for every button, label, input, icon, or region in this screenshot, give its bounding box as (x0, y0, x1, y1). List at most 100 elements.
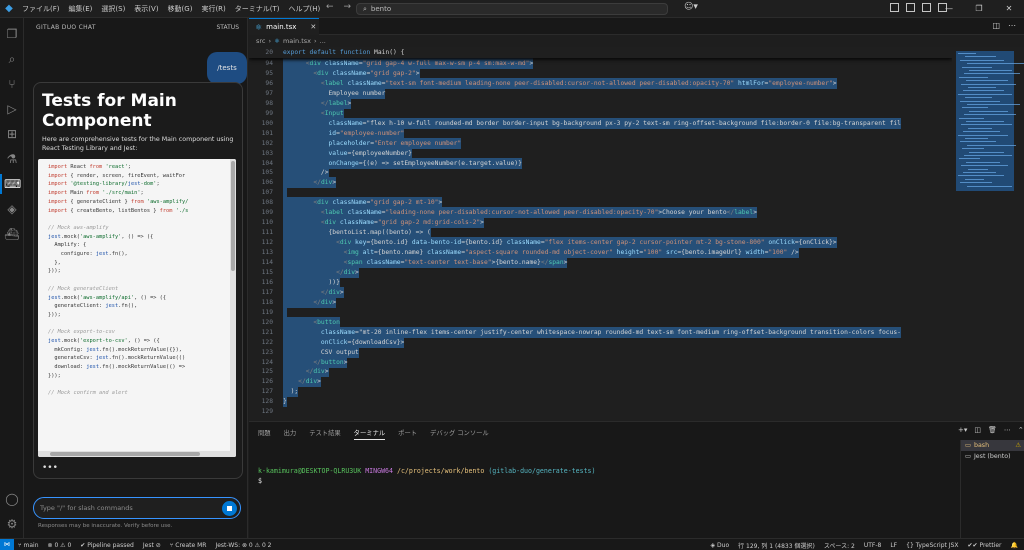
panel-tab[interactable]: 出力 (284, 428, 297, 440)
minimap-line (963, 172, 996, 173)
settings-gear-icon[interactable]: ⚙ (4, 516, 20, 532)
status-prettier[interactable]: ✔✔ Prettier (967, 542, 1001, 549)
close-icon[interactable]: ✕ (994, 0, 1024, 18)
activity-bar: ❐ ⌕ ⑂ ▷ ⊞ ⚗ ⌨ ◈ ⛴ ◯ ⚙ (0, 18, 24, 538)
minimap-line (968, 127, 992, 129)
menu-view[interactable]: 表示(V) (134, 4, 158, 14)
split-editor-icon[interactable]: ◫ (992, 21, 1000, 30)
terminal-label: bash (973, 442, 990, 449)
run-debug-icon[interactable]: ▷ (4, 101, 20, 117)
status-encoding[interactable]: UTF-8 (864, 542, 882, 549)
command-center-search[interactable]: ⌕ bento (356, 3, 668, 15)
maximize-panel-icon[interactable]: ⌃ (1018, 426, 1024, 434)
minimap-line (961, 83, 1016, 85)
gitlab-duo-chat-icon[interactable]: ⌨ (4, 176, 21, 192)
menu-bar: ファイル(F) 編集(E) 選択(S) 表示(V) 移動(G) 実行(R) ター… (22, 4, 320, 14)
stop-button[interactable] (222, 501, 237, 516)
user-message: /tests (207, 52, 247, 84)
menu-edit[interactable]: 編集(E) (69, 4, 93, 14)
menu-help[interactable]: ヘルプ(H) (289, 4, 321, 14)
panel-tab[interactable]: ターミナル (353, 428, 386, 440)
menu-selection[interactable]: 選択(S) (101, 4, 125, 14)
code-horizontal-scrollbar[interactable] (38, 451, 236, 457)
panel-tab[interactable]: ポート (398, 428, 417, 440)
status-language[interactable]: {} TypeScript JSX (906, 542, 958, 549)
tab-main-tsx[interactable]: ⚛ main.tsx ✕ (249, 18, 319, 35)
breadcrumb-separator-icon: › (314, 37, 317, 45)
minimize-icon[interactable]: — (934, 0, 964, 18)
sticky-scroll-line[interactable]: 20 export default function Main() { (249, 47, 952, 58)
notifications-bell-icon[interactable]: 🔔 (1011, 542, 1018, 549)
disclaimer-text: Responses may be inaccurate. Verify befo… (38, 523, 173, 529)
minimap-line (958, 175, 1004, 177)
more-actions-icon[interactable]: ⋯ (1008, 21, 1016, 30)
status-right: ◈ Duo 行 129, 列 1 (4833 個選択) スペース: 2 UTF-… (711, 539, 1018, 550)
chat-input[interactable] (40, 502, 210, 514)
code-block[interactable]: import React from 'react'; import { rend… (38, 159, 236, 457)
status-branch[interactable]: ⑂ main (18, 542, 39, 549)
status-problems[interactable]: ⊗ 0 ⚠ 0 (48, 542, 72, 549)
docker-icon[interactable]: ⛴ (4, 226, 20, 242)
more-actions-icon[interactable]: ⋯ (1004, 426, 1011, 434)
breadcrumb-file[interactable]: main.tsx (283, 37, 311, 45)
testing-icon[interactable]: ⚗ (4, 151, 20, 167)
more-options-icon[interactable]: ••• (42, 463, 58, 473)
toggle-secondary-sidebar-icon[interactable] (922, 3, 931, 12)
status-jest[interactable]: Jest ⊘ (143, 542, 161, 549)
minimap-line (958, 53, 976, 54)
kill-terminal-icon[interactable]: 🗑 (988, 426, 997, 434)
menu-run[interactable]: 実行(R) (201, 4, 225, 14)
maximize-icon[interactable]: ❐ (964, 0, 994, 18)
split-terminal-icon[interactable]: ◫ (974, 426, 981, 434)
panel-tab[interactable]: テスト結果 (309, 428, 340, 440)
minimap-line (961, 165, 1008, 167)
remote-icon[interactable]: ⋈ (0, 539, 14, 550)
minimap-line (967, 63, 1024, 65)
panel-tab[interactable]: デバッグ コンソール (430, 428, 489, 440)
terminal-output[interactable]: k-kamimura@DESKTOP-QLRU3UK MINGW64 /c/pr… (258, 466, 596, 486)
menu-file[interactable]: ファイル(F) (22, 4, 60, 14)
forward-arrow-icon[interactable]: → (344, 2, 352, 12)
minimap-line (962, 66, 992, 68)
search-activity-icon[interactable]: ⌕ (4, 51, 20, 67)
chat-status-label[interactable]: STATUS (216, 24, 239, 31)
tab-label: main.tsx (266, 23, 297, 31)
back-arrow-icon[interactable]: ← (326, 2, 334, 12)
gitlab-icon[interactable]: ◈ (4, 201, 20, 217)
code-editor[interactable]: 20 export default function Main() { 94 <… (249, 47, 952, 421)
toggle-primary-sidebar-icon[interactable] (890, 3, 899, 12)
status-create-mr[interactable]: ⑂ Create MR (170, 542, 207, 549)
status-pipeline[interactable]: ✔ Pipeline passed (80, 542, 134, 549)
minimap-line (968, 168, 988, 170)
tab-close-icon[interactable]: ✕ (310, 23, 316, 31)
title-bar: ◆ ファイル(F) 編集(E) 選択(S) 表示(V) 移動(G) 実行(R) … (0, 0, 1024, 18)
menu-terminal[interactable]: ターミナル(T) (235, 4, 280, 14)
source-control-icon[interactable]: ⑂ (4, 76, 20, 92)
panel-tab[interactable]: 問題 (258, 428, 271, 440)
terminal-item-bash[interactable]: ▭ bash ⚠ (961, 440, 1024, 451)
new-terminal-icon[interactable]: +▾ (958, 426, 967, 434)
minimap-line (965, 178, 984, 180)
terminal-item-jest[interactable]: ▭ Jest (bento) (961, 451, 1024, 462)
minimap[interactable] (952, 47, 1024, 421)
chat-input-box[interactable] (33, 497, 241, 519)
menu-go[interactable]: 移動(G) (168, 4, 193, 14)
explorer-icon[interactable]: ❐ (4, 26, 20, 42)
account-icon[interactable]: ◯ (4, 491, 20, 507)
editor-tab-bar: ⚛ main.tsx ✕ ◫ ⋯ (249, 18, 1024, 35)
breadcrumb-folder[interactable]: src (256, 37, 266, 45)
code-line[interactable]: 129 (249, 406, 952, 417)
minimap-line (967, 144, 1016, 146)
status-duo[interactable]: ◈ Duo (711, 542, 730, 549)
pipeline-label: Pipeline passed (87, 541, 134, 549)
copilot-icon[interactable]: ☺▾ (684, 2, 698, 12)
toggle-panel-icon[interactable] (906, 3, 915, 12)
minimap-line (969, 110, 1008, 112)
extensions-icon[interactable]: ⊞ (4, 126, 20, 142)
status-jest-ws[interactable]: Jest-WS: ⊗ 0 ⚠ 0 2 (215, 542, 271, 549)
status-eol[interactable]: LF (890, 542, 897, 549)
breadcrumb-symbol[interactable]: ... (320, 37, 326, 45)
code-vertical-scrollbar[interactable] (230, 159, 236, 457)
status-indentation[interactable]: スペース: 2 (824, 541, 855, 550)
status-cursor-position[interactable]: 行 129, 列 1 (4833 個選択) (738, 541, 815, 550)
